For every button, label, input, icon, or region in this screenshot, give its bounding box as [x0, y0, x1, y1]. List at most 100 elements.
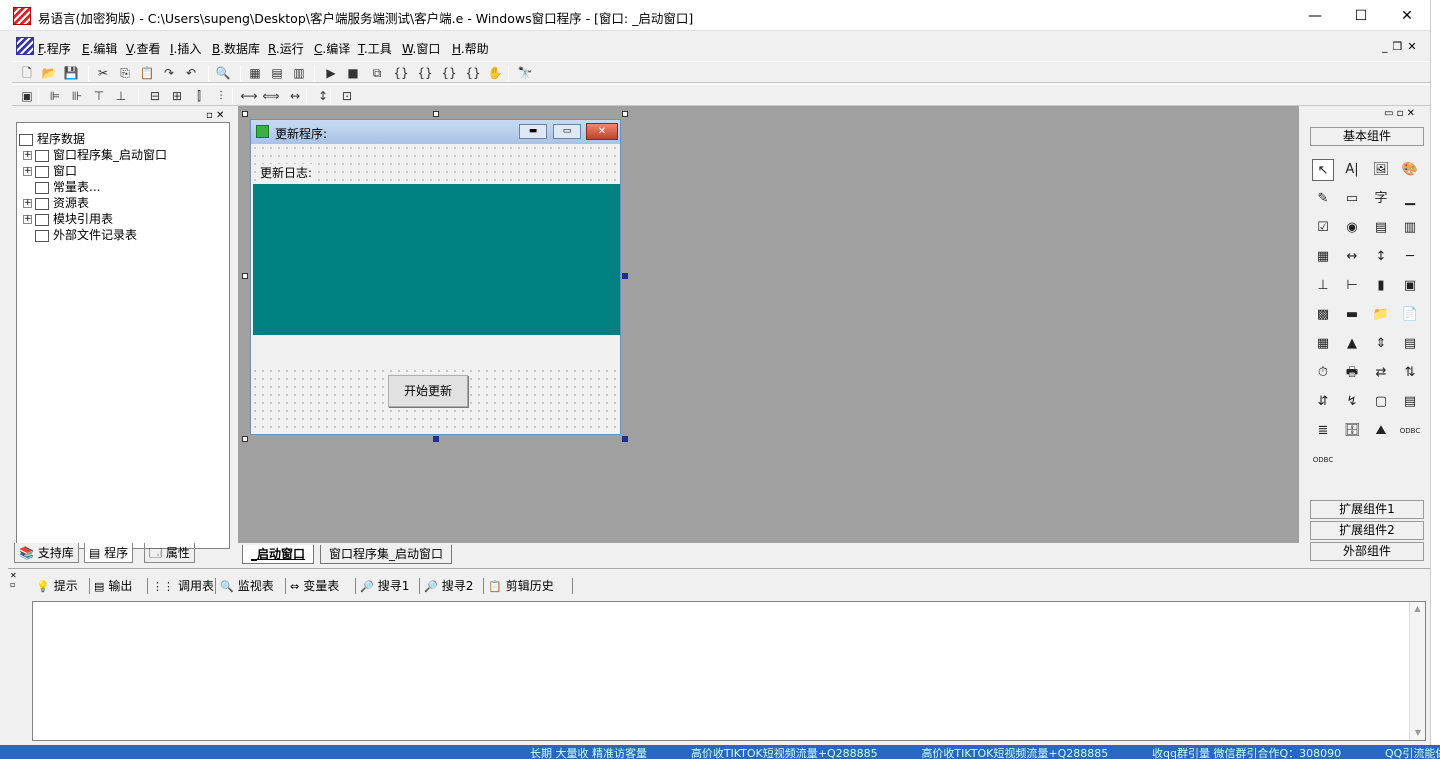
tab-program[interactable]: ▤ 程序 [84, 543, 134, 563]
tree-item[interactable]: + 窗口程序集_启动窗口 [23, 147, 167, 163]
resize-handle[interactable] [242, 273, 248, 279]
resize-handle[interactable] [433, 111, 439, 117]
redo-icon[interactable]: ↷ [160, 64, 178, 82]
component-tool-icon[interactable]: ⏱ [1312, 362, 1334, 384]
menu-i[interactable]: I.插入 [170, 40, 201, 57]
component-tool-icon[interactable]: ☑ [1312, 217, 1334, 239]
resize-handle[interactable] [242, 111, 248, 117]
component-tool-icon[interactable]: ▭ [1341, 188, 1363, 210]
find-replace-icon[interactable]: 🔭 [516, 64, 534, 82]
component-tool-icon[interactable]: ⇵ [1312, 391, 1334, 413]
output-tab[interactable]: ▤ 输出 [94, 577, 132, 595]
menu-e[interactable]: E.编辑 [82, 40, 117, 57]
form-minimize-button[interactable]: ▬ [519, 124, 547, 139]
output-tab[interactable]: ⋮⋮ 调用表 [152, 577, 214, 595]
tree-item[interactable]: + 资源表 [23, 195, 89, 211]
paste-icon[interactable]: 📋 [138, 64, 156, 82]
component-tool-icon[interactable]: ▲ [1341, 333, 1363, 355]
output-tab[interactable]: ⇔ 变量表 [290, 577, 339, 595]
expand-icon[interactable]: + [23, 167, 32, 176]
component-tool-icon[interactable]: ↔ [1341, 246, 1363, 268]
component-tool-icon[interactable]: ▤ [1399, 333, 1421, 355]
minimize-button[interactable]: — [1292, 0, 1338, 31]
run-icon[interactable]: ▶ [322, 64, 340, 82]
close-button[interactable]: ✕ [1384, 0, 1430, 31]
output-tab[interactable]: 💡 提示 [36, 577, 78, 595]
menu-r[interactable]: R.运行 [268, 40, 304, 57]
component-tool-icon[interactable]: ↖ [1312, 159, 1334, 181]
output-tab[interactable]: 🔎 搜寻1 [360, 577, 409, 595]
extension-components-2-button[interactable]: 扩展组件2 [1310, 521, 1424, 540]
external-components-button[interactable]: 外部组件 [1310, 542, 1424, 561]
maximize-button[interactable]: ☐ [1338, 0, 1384, 31]
center-v-icon[interactable]: ⫶ [212, 87, 230, 105]
form-maximize-button[interactable]: ▭ [553, 124, 581, 139]
layout1-icon[interactable]: ▦ [246, 64, 264, 82]
component-tool-icon[interactable]: ▦ [1312, 246, 1334, 268]
step-icon[interactable]: ⧉ [368, 64, 386, 82]
menu-c[interactable]: C.编译 [314, 40, 350, 57]
menu-h[interactable]: H.帮助 [452, 40, 489, 57]
update-log-box[interactable] [253, 184, 620, 335]
menu-f[interactable]: F.程序 [38, 40, 71, 57]
component-tool-icon[interactable]: 🖶 [1341, 362, 1363, 384]
component-tool-icon[interactable]: ▮ [1370, 275, 1392, 297]
component-tool-icon[interactable]: ▤ [1370, 217, 1392, 239]
hand-icon[interactable]: ✋ [486, 64, 504, 82]
component-tool-icon[interactable]: 字 [1370, 188, 1392, 210]
component-tool-icon[interactable]: A| [1341, 159, 1363, 181]
step-out-icon[interactable]: {} [416, 64, 434, 82]
calc-icon[interactable]: ▣ [18, 87, 36, 105]
component-tool-icon[interactable]: ⇄ [1370, 362, 1392, 384]
stop-icon[interactable]: ■ [344, 64, 362, 82]
align-bottom-icon[interactable]: ⊥ [112, 87, 130, 105]
component-tool-icon[interactable]: ≣ [1312, 420, 1334, 442]
extension-components-1-button[interactable]: 扩展组件1 [1310, 500, 1424, 519]
mdi-close-button[interactable]: ✕ [1407, 40, 1421, 53]
component-tool-icon[interactable]: 🎨 [1399, 159, 1421, 181]
component-tool-icon[interactable]: ODBC [1399, 420, 1421, 442]
component-tool-icon[interactable]: ⊢ [1341, 275, 1363, 297]
undo-icon[interactable]: ↶ [182, 64, 200, 82]
lock-icon[interactable]: ⊡ [338, 87, 356, 105]
same-size-icon[interactable]: ↔ [286, 87, 304, 105]
tree-item[interactable]: 外部文件记录表 [23, 227, 137, 243]
resize-handle[interactable] [242, 436, 248, 442]
start-update-button[interactable]: 开始更新 [388, 375, 468, 407]
output-scrollbar[interactable]: ▲ ▼ [1409, 602, 1425, 740]
align-top-icon[interactable]: ⊤ [90, 87, 108, 105]
align-center-icon[interactable]: ⊪ [68, 87, 86, 105]
tree-item[interactable]: 程序数据 [19, 131, 85, 147]
component-tool-icon[interactable]: ▤ [1399, 391, 1421, 413]
mdi-minimize-button[interactable]: _ [1382, 40, 1393, 53]
component-tool-icon[interactable]: ▣ [1399, 275, 1421, 297]
component-tool-icon[interactable]: ⛰ [1370, 420, 1392, 442]
breakpoint-icon[interactable]: {} [464, 64, 482, 82]
resize-handle[interactable] [622, 436, 628, 442]
component-tool-icon[interactable]: ▬ [1341, 304, 1363, 326]
output-panel-controls[interactable]: ✕ ▫ [10, 571, 17, 589]
component-tool-icon[interactable]: ⇕ [1370, 333, 1392, 355]
component-tool-icon[interactable]: ✎ [1312, 188, 1334, 210]
component-tool-icon[interactable]: ─ [1399, 246, 1421, 268]
cut-icon[interactable]: ✂ [94, 64, 112, 82]
equal-width-icon[interactable]: ⟷ [240, 87, 258, 105]
tab-start-window[interactable]: _启动窗口 [242, 545, 315, 564]
output-tab[interactable]: 📋 剪辑历史 [488, 577, 554, 595]
align-left-icon[interactable]: ⊫ [46, 87, 64, 105]
component-tool-icon[interactable]: ⊥ [1312, 275, 1334, 297]
new-file-icon[interactable]: 🗋 [18, 64, 36, 82]
find-icon[interactable]: 🔍 [214, 64, 232, 82]
palette-controls[interactable]: ▭ ▫ ✕ [1384, 108, 1415, 119]
component-tool-icon[interactable]: 📄 [1399, 304, 1421, 326]
step-into-icon[interactable]: {} [392, 64, 410, 82]
equal-height-icon[interactable]: ⟺ [262, 87, 280, 105]
component-tool-icon[interactable]: ▩ [1312, 304, 1334, 326]
save-icon[interactable]: 💾 [62, 64, 80, 82]
menu-t[interactable]: T.工具 [358, 40, 392, 57]
component-tool-icon[interactable]: ↕ [1370, 246, 1392, 268]
component-tool-icon[interactable]: ▁ [1399, 188, 1421, 210]
mdi-controls[interactable]: _❐✕ [1382, 40, 1422, 53]
space-v-icon[interactable]: ⊞ [168, 87, 186, 105]
component-tool-icon[interactable]: 🖼 [1370, 159, 1392, 181]
